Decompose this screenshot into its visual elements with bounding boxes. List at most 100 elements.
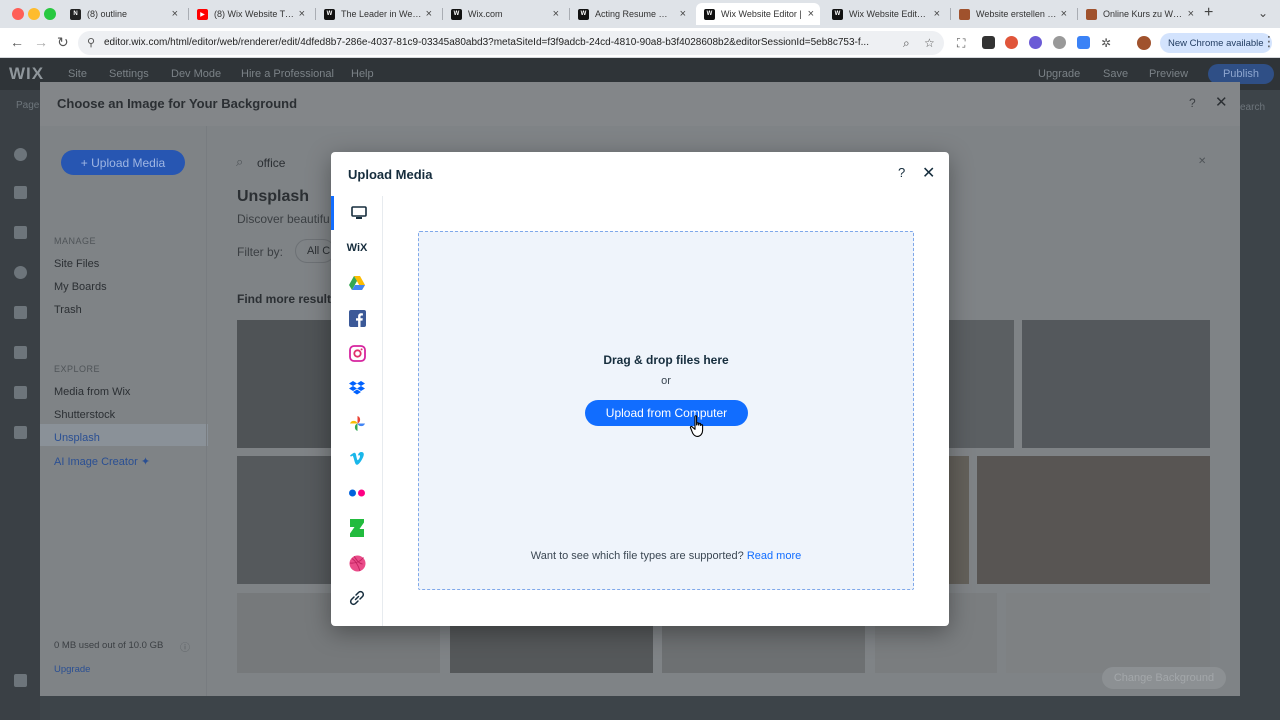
upgrade-storage-link[interactable]: Upgrade	[54, 664, 90, 675]
image-thumbnail[interactable]	[237, 456, 333, 584]
info-icon[interactable]: ⓘ	[180, 639, 190, 654]
add-elements-icon[interactable]	[14, 148, 27, 161]
menu-help[interactable]: Help	[351, 68, 374, 80]
browser-tab[interactable]: W Wix Website Editor | ×	[824, 3, 946, 25]
theme-icon[interactable]	[14, 266, 27, 279]
close-tab-icon[interactable]: ×	[172, 8, 178, 20]
read-more-link[interactable]: Read more	[747, 550, 801, 562]
menu-hire-professional[interactable]: Hire a Professional	[241, 68, 334, 80]
minimize-window-button[interactable]	[28, 8, 40, 20]
screen-capture-icon[interactable]: ⛶	[957, 36, 965, 51]
browser-tab[interactable]: ▶ (8) Wix Website Tuto ×	[189, 3, 311, 25]
new-tab-icon[interactable]: +	[1204, 4, 1213, 22]
source-dribbble[interactable]	[331, 546, 383, 580]
sidebar-item-trash[interactable]: Trash	[54, 304, 82, 316]
close-tab-icon[interactable]: ×	[553, 8, 559, 20]
sidebar-item-media-from-wix[interactable]: Media from Wix	[54, 386, 130, 398]
source-flickr[interactable]	[331, 476, 383, 510]
sidebar-item-ai-image-creator[interactable]: AI Image Creator ✦	[54, 455, 150, 468]
apps-icon[interactable]	[14, 306, 27, 319]
puzzle-extensions-icon[interactable]: ✲	[1101, 36, 1111, 50]
change-background-button[interactable]: Change Background	[1102, 667, 1226, 689]
extension-icon[interactable]	[1053, 36, 1066, 49]
source-wix[interactable]: WiX	[331, 231, 383, 265]
sidebar-item-unsplash[interactable]: Unsplash	[54, 432, 100, 444]
clear-search-icon[interactable]: ✕	[1198, 156, 1206, 167]
close-tab-icon[interactable]: ×	[299, 8, 305, 20]
help-icon[interactable]: ?	[898, 165, 905, 180]
address-bar[interactable]: ⚲ editor.wix.com/html/editor/web/rendere…	[78, 31, 944, 55]
back-arrow-icon[interactable]: ←	[10, 34, 24, 50]
tab-search-chevron-icon[interactable]: ⌄	[1258, 6, 1268, 20]
help-icon[interactable]: ?	[1189, 96, 1196, 110]
search-input[interactable]: office	[257, 156, 285, 170]
close-tab-icon[interactable]: ×	[680, 8, 686, 20]
image-thumbnail[interactable]	[1022, 320, 1210, 448]
browser-menu-icon[interactable]: ⋮	[1262, 33, 1276, 50]
sidebar-item-site-files[interactable]: Site Files	[54, 258, 99, 270]
zoom-icon[interactable]: ⌕	[903, 36, 910, 51]
close-tab-icon[interactable]: ×	[934, 8, 940, 20]
upgrade-link[interactable]: Upgrade	[1038, 68, 1080, 80]
browser-tab-active[interactable]: W Wix Website Editor | ×	[696, 3, 820, 25]
close-icon[interactable]: ✕	[922, 163, 935, 183]
browser-tab[interactable]: W Wix.com ×	[443, 3, 565, 25]
menu-settings[interactable]: Settings	[109, 68, 149, 80]
image-thumbnail[interactable]	[949, 456, 969, 584]
filter-dropdown[interactable]: All C	[295, 239, 335, 263]
sidebar-item-my-boards[interactable]: My Boards	[54, 281, 107, 293]
source-deviantart[interactable]	[331, 511, 383, 545]
close-tab-icon[interactable]: ×	[808, 8, 814, 20]
close-window-button[interactable]	[12, 8, 24, 20]
close-tab-icon[interactable]: ×	[426, 8, 432, 20]
media-icon[interactable]	[14, 386, 27, 399]
source-facebook[interactable]	[331, 301, 383, 335]
business-icon[interactable]	[14, 346, 27, 359]
browser-tab[interactable]: W The Leader in Websit ×	[316, 3, 438, 25]
browser-tab[interactable]: N (8) outline ×	[62, 3, 184, 25]
profile-avatar[interactable]	[1137, 36, 1151, 50]
zoom-window-button[interactable]	[44, 8, 56, 20]
preview-link[interactable]: Preview	[1149, 68, 1188, 80]
eyedropper-extension-icon[interactable]	[982, 36, 995, 49]
browser-tab[interactable]: Website erstellen mit ×	[951, 3, 1073, 25]
source-dropbox[interactable]	[331, 371, 383, 405]
publish-button[interactable]: Publish	[1208, 64, 1274, 84]
browser-tab[interactable]: W Acting Resume Websi ×	[570, 3, 692, 25]
forward-arrow-icon[interactable]: →	[34, 34, 48, 50]
cms-icon[interactable]	[14, 426, 27, 439]
source-vimeo[interactable]	[331, 441, 383, 475]
close-icon[interactable]: ✕	[1215, 93, 1228, 111]
browser-tab[interactable]: Online Kurs zu Wix, I ×	[1078, 3, 1200, 25]
extension-icon[interactable]	[1029, 36, 1042, 49]
url-text[interactable]: editor.wix.com/html/editor/web/renderer/…	[104, 37, 894, 48]
image-thumbnail[interactable]	[949, 320, 1014, 448]
menu-dev-mode[interactable]: Dev Mode	[171, 68, 221, 80]
bookmark-star-icon[interactable]: ☆	[924, 36, 935, 50]
image-thumbnail[interactable]	[977, 456, 1210, 584]
source-instagram[interactable]	[331, 336, 383, 370]
pages-icon[interactable]	[14, 226, 27, 239]
reload-icon[interactable]: ↻	[57, 34, 69, 51]
sidebar-item-shutterstock[interactable]: Shutterstock	[54, 409, 115, 421]
save-link[interactable]: Save	[1103, 68, 1128, 80]
menu-site[interactable]: Site	[68, 68, 87, 80]
image-thumbnail[interactable]	[1006, 593, 1210, 673]
image-thumbnail[interactable]	[237, 320, 333, 448]
wix-icon: W	[578, 8, 589, 20]
new-chrome-available-button[interactable]: New Chrome available	[1160, 33, 1272, 53]
site-info-icon[interactable]: ⚲	[87, 36, 95, 49]
source-link[interactable]	[331, 581, 383, 615]
layers-icon[interactable]	[14, 674, 27, 687]
close-tab-icon[interactable]: ×	[1061, 8, 1067, 20]
sections-icon[interactable]	[14, 186, 27, 199]
source-google-drive[interactable]	[331, 266, 383, 300]
file-dropzone[interactable]: Drag & drop files here or Upload from Co…	[418, 231, 914, 590]
upload-from-computer-button[interactable]: Upload from Computer	[585, 400, 748, 426]
source-my-computer[interactable]	[331, 196, 383, 230]
upload-media-button[interactable]: + Upload Media	[61, 150, 185, 175]
close-tab-icon[interactable]: ×	[1188, 8, 1194, 20]
source-google-photos[interactable]	[331, 406, 383, 440]
extension-icon[interactable]	[1077, 36, 1090, 49]
extension-icon[interactable]	[1005, 36, 1018, 49]
